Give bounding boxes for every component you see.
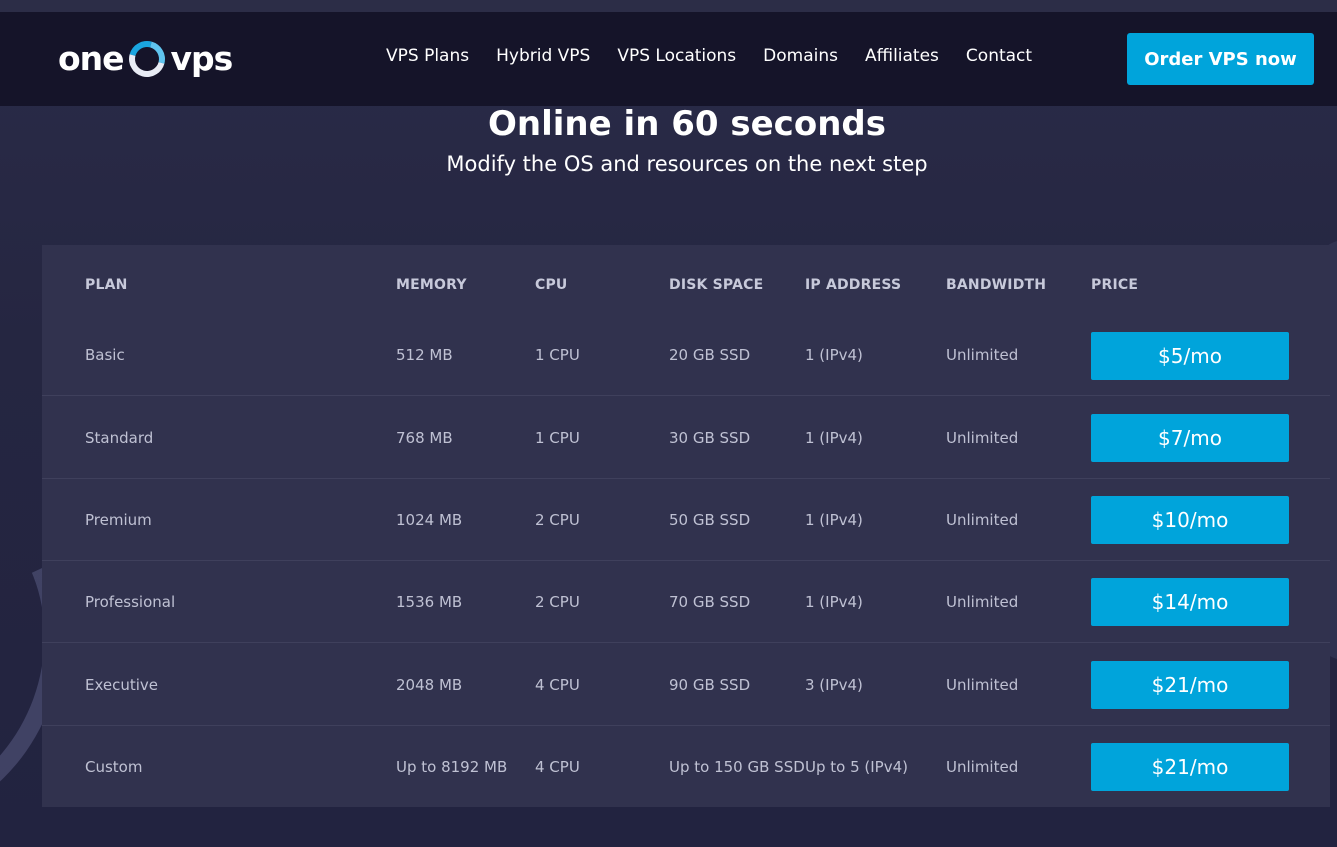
cell-cpu: 4 CPU: [535, 758, 580, 776]
cell-plan: Professional: [85, 593, 176, 611]
cell-plan: Basic: [85, 346, 125, 364]
top-strip: [0, 0, 1337, 12]
price-button-standard[interactable]: $7/mo: [1091, 414, 1289, 462]
table-row: Executive 2048 MB 4 CPU 90 GB SSD 3 (IPv…: [42, 644, 1330, 726]
cell-memory: 768 MB: [396, 429, 453, 447]
brand-logo[interactable]: one vps: [58, 33, 234, 84]
site-header: one vps VPS Plans Hybrid VPS VPS Locatio…: [0, 12, 1337, 106]
cell-disk: 70 GB SSD: [669, 593, 751, 611]
hero-title: Online in 60 seconds: [488, 104, 886, 144]
header-memory: MEMORY: [396, 277, 467, 293]
nav-item-contact[interactable]: Contact: [966, 46, 1032, 66]
table-row: Basic 512 MB 1 CPU 20 GB SSD 1 (IPv4) Un…: [42, 314, 1330, 396]
header-ip: IP ADDRESS: [805, 277, 902, 293]
cell-plan: Standard: [85, 429, 154, 447]
cell-ip: Up to 5 (IPv4): [805, 758, 909, 776]
cell-bandwidth: Unlimited: [946, 346, 1019, 364]
cell-memory: 2048 MB: [396, 676, 463, 694]
cell-cpu: 4 CPU: [535, 676, 580, 694]
cell-memory: 1024 MB: [396, 511, 463, 529]
cell-cpu: 2 CPU: [535, 511, 580, 529]
header-plan: PLAN: [85, 277, 128, 293]
table-row: Professional 1536 MB 2 CPU 70 GB SSD 1 (…: [42, 561, 1330, 643]
logo-ring-icon: [121, 33, 172, 84]
cell-ip: 1 (IPv4): [805, 429, 863, 447]
price-button-basic[interactable]: $5/mo: [1091, 332, 1289, 380]
price-button-premium[interactable]: $10/mo: [1091, 496, 1289, 544]
cell-plan: Premium: [85, 511, 152, 529]
cell-plan: Custom: [85, 758, 143, 776]
cell-disk: 50 GB SSD: [669, 511, 751, 529]
cell-plan: Executive: [85, 676, 159, 694]
cell-cpu: 1 CPU: [535, 429, 580, 447]
header-cpu: CPU: [535, 277, 568, 293]
cell-memory: Up to 8192 MB: [396, 758, 508, 776]
table-row: Custom Up to 8192 MB 4 CPU Up to 150 GB …: [42, 726, 1330, 808]
cell-disk: Up to 150 GB SSD: [669, 758, 805, 776]
cell-ip: 1 (IPv4): [805, 511, 863, 529]
nav-item-vps-locations[interactable]: VPS Locations: [617, 46, 736, 66]
header-price: PRICE: [1091, 277, 1139, 293]
header-bandwidth: BANDWIDTH: [946, 277, 1047, 293]
cell-memory: 1536 MB: [396, 593, 463, 611]
cell-disk: 30 GB SSD: [669, 429, 751, 447]
row-divider: [42, 395, 1330, 396]
brand-name-left: one: [58, 39, 125, 78]
nav-item-domains[interactable]: Domains: [763, 46, 838, 66]
table-row: Standard 768 MB 1 CPU 30 GB SSD 1 (IPv4)…: [42, 397, 1330, 479]
brand-name-right: vps: [170, 39, 234, 78]
cell-memory: 512 MB: [396, 346, 453, 364]
cell-cpu: 1 CPU: [535, 346, 580, 364]
order-vps-button[interactable]: Order VPS now: [1127, 33, 1314, 85]
cell-cpu: 2 CPU: [535, 593, 580, 611]
header-disk: DISK SPACE: [669, 277, 764, 293]
cell-bandwidth: Unlimited: [946, 511, 1019, 529]
price-button-executive[interactable]: $21/mo: [1091, 661, 1289, 709]
cell-ip: 1 (IPv4): [805, 593, 863, 611]
main-nav: VPS Plans Hybrid VPS VPS Locations Domai…: [386, 46, 1059, 66]
cell-bandwidth: Unlimited: [946, 593, 1019, 611]
hero-subtitle: Modify the OS and resources on the next …: [446, 152, 928, 176]
cell-disk: 20 GB SSD: [669, 346, 751, 364]
nav-item-hybrid-vps[interactable]: Hybrid VPS: [496, 46, 590, 66]
plans-table: PLAN MEMORY CPU DISK SPACE IP ADDRESS BA…: [42, 245, 1330, 807]
cell-bandwidth: Unlimited: [946, 758, 1019, 776]
table-row: Premium 1024 MB 2 CPU 50 GB SSD 1 (IPv4)…: [42, 479, 1330, 561]
cell-disk: 90 GB SSD: [669, 676, 751, 694]
nav-item-affiliates[interactable]: Affiliates: [865, 46, 939, 66]
price-button-professional[interactable]: $14/mo: [1091, 578, 1289, 626]
nav-item-vps-plans[interactable]: VPS Plans: [386, 46, 469, 66]
cell-bandwidth: Unlimited: [946, 429, 1019, 447]
cell-ip: 1 (IPv4): [805, 346, 863, 364]
cell-ip: 3 (IPv4): [805, 676, 863, 694]
cell-bandwidth: Unlimited: [946, 676, 1019, 694]
row-divider: [42, 642, 1330, 643]
price-button-custom[interactable]: $21/mo: [1091, 743, 1289, 791]
